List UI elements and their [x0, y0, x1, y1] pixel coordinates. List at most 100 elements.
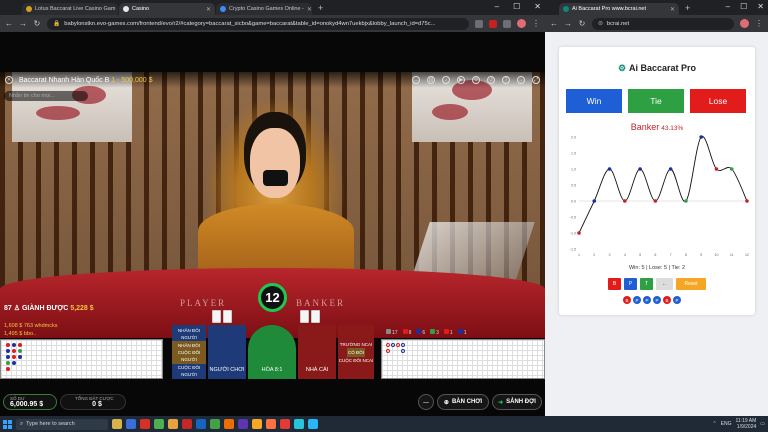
x-tick-label: 6 — [654, 253, 656, 257]
illustrator-icon[interactable] — [266, 419, 276, 429]
undo-button[interactable]: ← — [656, 278, 673, 290]
profile-avatar-icon[interactable] — [517, 19, 526, 28]
extension-icon[interactable] — [475, 19, 483, 28]
player-input-button[interactable]: P — [624, 278, 637, 290]
history-icon[interactable]: ↺ — [487, 76, 495, 84]
chrome-app-icon[interactable] — [196, 419, 206, 429]
gear-logo-icon: ⚙ — [617, 63, 627, 73]
minimize-icon[interactable]: – — [726, 2, 730, 11]
close-icon[interactable]: ✕ — [307, 6, 312, 13]
chat-icon[interactable]: … — [412, 76, 420, 84]
bet-player[interactable]: NGƯỜI CHƠI — [208, 325, 246, 379]
chat-bubble-button[interactable]: … — [418, 394, 434, 410]
windows-taskbar: ⌕ Type here to search ⌃ ENG 11:19 AM 1/9/2… — [0, 416, 768, 432]
y-tick-label: -1.5 — [570, 248, 576, 252]
play-table-button[interactable]: ⊕ BÀN CHƠI — [437, 394, 489, 410]
chrome-app-icon[interactable] — [140, 419, 150, 429]
summary-value: 17 — [392, 329, 398, 336]
address-bar: ← → ↻ ⊜ bcrai.net ⋮ — [545, 15, 768, 32]
system-tray: ⌃ ENG 11:19 AM 1/9/2024 ▭ — [712, 418, 765, 430]
tie-button[interactable]: Tie — [628, 89, 684, 113]
chrome-app-icon[interactable] — [168, 419, 178, 429]
tab-crypto[interactable]: Crypto Casino Games Online - ✕ — [216, 3, 312, 15]
x-tick-label: 4 — [624, 253, 626, 257]
sound-icon[interactable]: ♪ — [442, 76, 450, 84]
win-button[interactable]: Win — [566, 89, 622, 113]
maximize-icon[interactable]: ☐ — [740, 2, 747, 11]
forward-icon[interactable]: → — [564, 19, 572, 28]
close-icon[interactable]: ✕ — [206, 6, 211, 13]
lose-button[interactable]: Lose — [690, 89, 746, 113]
summary-ppair: 1 — [457, 328, 466, 336]
app-icon[interactable] — [238, 419, 248, 429]
fullscreen-icon[interactable]: ⤢ — [532, 76, 540, 84]
tab-ai-baccarat[interactable]: Ai Baccarat Pro www.bcrai.net ✕ — [559, 3, 679, 15]
reset-button[interactable]: Reset — [676, 278, 706, 290]
bet-player-pair[interactable]: NHÂN ĐÔI NGƯỜI NHÂN ĐÔI CUỘC ĐÔI NGƯỜI C… — [172, 325, 206, 379]
stats-icon[interactable]: ▥ — [427, 76, 435, 84]
close-game-icon[interactable]: ✕ — [5, 76, 13, 84]
lobby-icon[interactable]: ⌂ — [517, 76, 525, 84]
bet-label: TRƯỜNG NCAI — [339, 341, 373, 347]
banker-input-button[interactable]: B — [608, 278, 621, 290]
back-icon[interactable]: ← — [550, 19, 558, 28]
profile-avatar-icon[interactable] — [740, 19, 749, 28]
reload-icon[interactable]: ↻ — [33, 19, 41, 28]
favicon-icon — [26, 6, 32, 12]
bet-label: CUỘC ĐÔI NCAI — [338, 357, 374, 363]
back-icon[interactable]: ← — [5, 19, 13, 28]
windows-start-icon[interactable] — [3, 419, 12, 429]
help-icon[interactable]: ? — [502, 76, 510, 84]
chrome-app-icon[interactable] — [154, 419, 164, 429]
menu-kebab-icon[interactable]: ⋮ — [532, 19, 540, 28]
taskview-app-icon[interactable] — [112, 419, 122, 429]
tab-casino[interactable]: Casino ✕ — [119, 3, 215, 15]
dealer-mask — [263, 170, 288, 186]
new-tab-icon[interactable]: + — [680, 3, 695, 13]
close-window-icon[interactable]: ✕ — [757, 2, 764, 11]
bet-label: NHÂN ĐÔI NGƯỜI — [177, 327, 200, 340]
reload-icon[interactable]: ↻ — [578, 19, 586, 28]
winners-label: GIÀNH ĐƯỢC — [21, 305, 69, 312]
chrome-app-icon[interactable] — [210, 419, 220, 429]
url-field[interactable]: 🔒 babylonstkn.evo-games.com/frontend/evo/… — [47, 17, 469, 30]
tie-input-button[interactable]: T — [640, 278, 653, 290]
telegram-icon[interactable] — [308, 419, 318, 429]
extensions-puzzle-icon[interactable] — [503, 19, 511, 28]
clock[interactable]: 11:19 AM 1/9/2024 — [736, 418, 757, 430]
cortana-app-icon[interactable] — [126, 419, 136, 429]
folder-icon[interactable] — [252, 419, 262, 429]
taskbar-search[interactable]: ⌕ Type here to search — [16, 418, 108, 430]
lobby-button[interactable]: ➜ SẢNH ĐỢI — [492, 394, 542, 410]
notification-icon[interactable]: ▭ — [760, 421, 765, 427]
menu-kebab-icon[interactable]: ⋮ — [755, 19, 763, 28]
extension-red-icon[interactable] — [489, 19, 497, 28]
y-tick-label: -0.5 — [570, 216, 576, 220]
lang-indicator[interactable]: ENG — [721, 421, 732, 427]
new-tab-icon[interactable]: + — [313, 3, 328, 13]
bet-tie[interactable]: HÒA 8:1 — [248, 325, 296, 379]
bet-banker-pair[interactable]: TRƯỜNG NCAI CÓ ĐÔI CUỘC ĐÔI NCAI — [338, 325, 374, 379]
favicon-icon — [563, 6, 569, 12]
chrome-app-icon[interactable] — [224, 419, 234, 429]
data-point — [638, 167, 642, 171]
settings-icon[interactable]: ⚙ — [472, 76, 480, 84]
video-icon[interactable]: ▶ — [457, 76, 465, 84]
data-point — [668, 167, 673, 171]
search-icon: ⌕ — [20, 420, 24, 427]
minimize-icon[interactable]: – — [495, 2, 499, 11]
tab-lotus[interactable]: Lotus Baccarat Live Casino Gam✕ — [22, 3, 118, 15]
lobby-arrow-icon: ➜ — [498, 399, 504, 406]
bet-banker[interactable]: NHÀ CÁI — [298, 325, 336, 379]
close-window-icon[interactable]: ✕ — [534, 2, 541, 11]
chat-input[interactable]: Nhắn tin cho mọi... — [4, 91, 88, 101]
url-field[interactable]: ⊜ bcrai.net — [592, 17, 734, 30]
app-icon[interactable] — [280, 419, 290, 429]
chrome-app-icon[interactable] — [182, 419, 192, 429]
history-dot: P — [643, 296, 651, 304]
app-icon[interactable] — [294, 419, 304, 429]
maximize-icon[interactable]: ☐ — [513, 2, 520, 11]
network-icon[interactable]: ⌃ — [712, 421, 716, 427]
close-icon[interactable]: ✕ — [670, 6, 675, 13]
forward-icon[interactable]: → — [19, 19, 27, 28]
